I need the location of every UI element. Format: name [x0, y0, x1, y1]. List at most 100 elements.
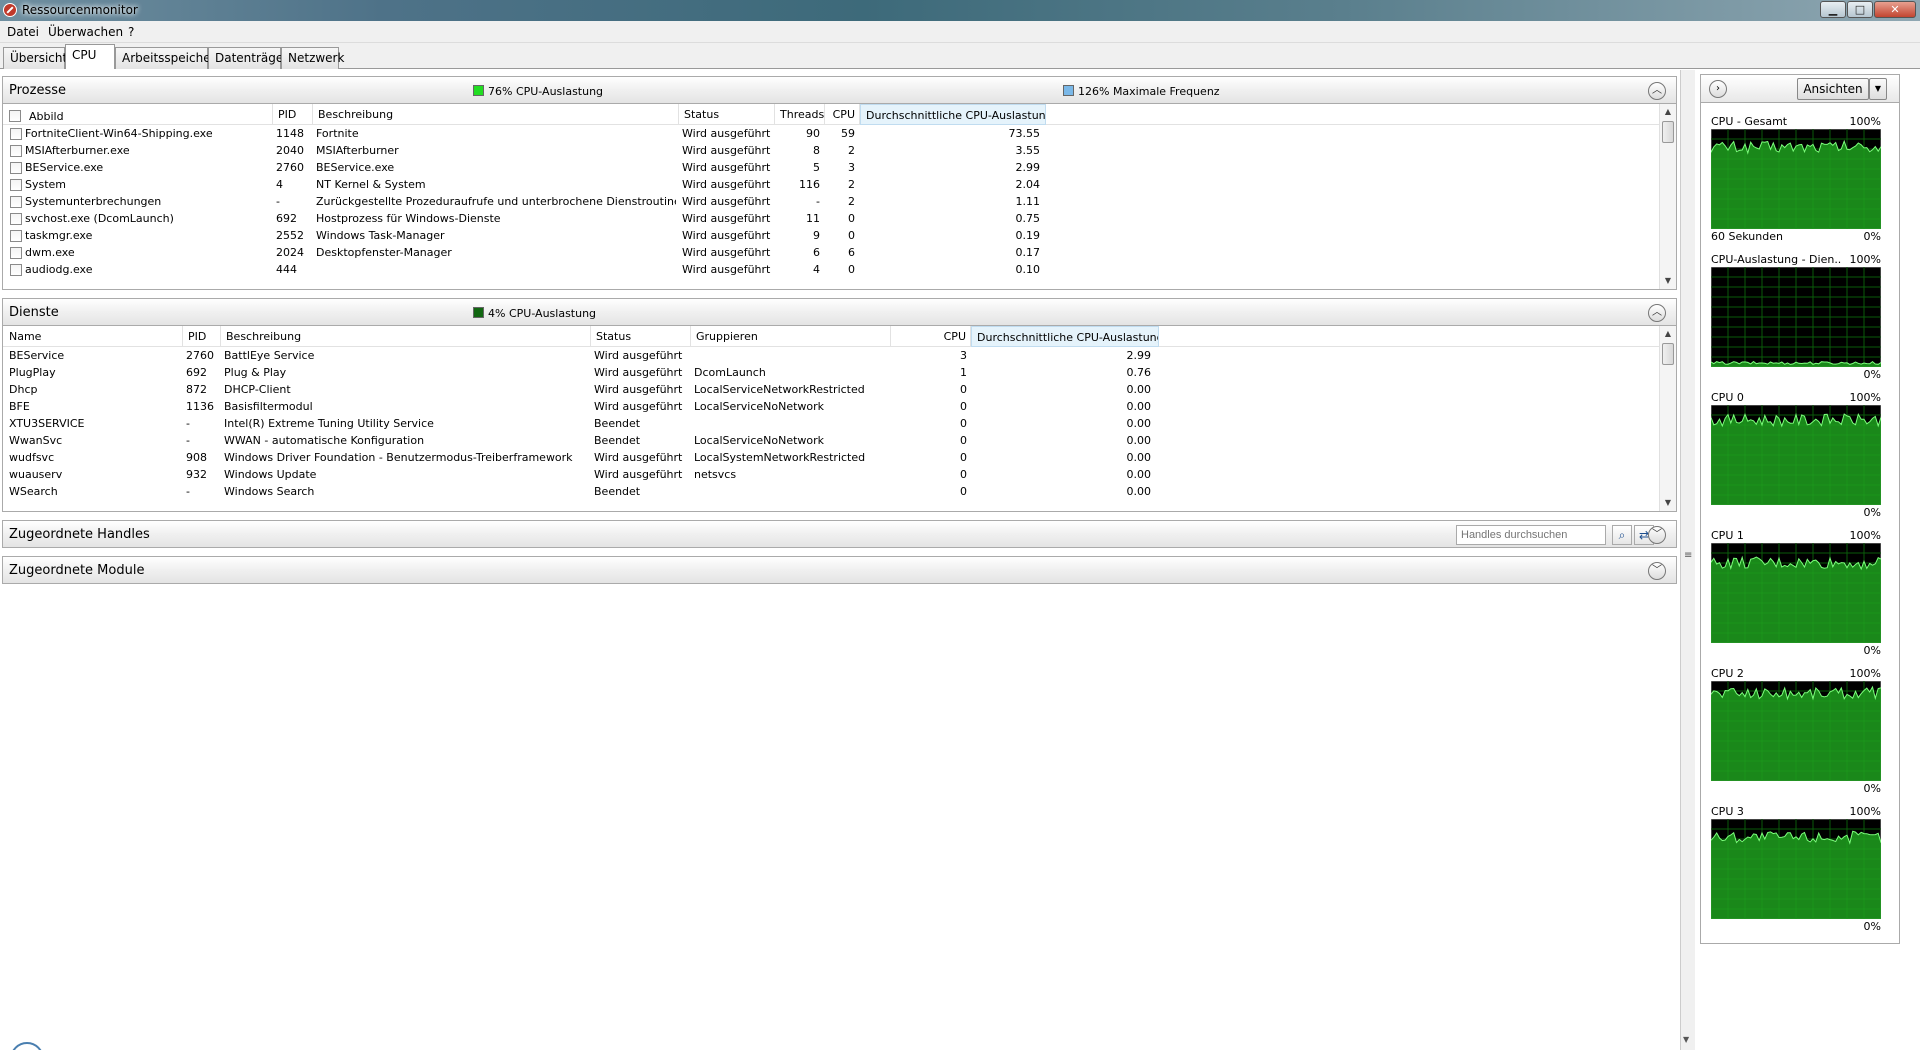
- modules-header[interactable]: Zugeordnete Module ﹀: [2, 556, 1677, 584]
- col-cpu[interactable]: CPU: [825, 104, 860, 125]
- scroll-up-arrow[interactable]: ▲: [1660, 326, 1676, 342]
- col-pid[interactable]: PID: [273, 104, 313, 125]
- table-cell: Plug & Play: [224, 366, 287, 379]
- row-checkbox[interactable]: [10, 162, 22, 174]
- maximize-button[interactable]: □: [1847, 1, 1873, 18]
- services-scrollbar[interactable]: ▲ ▼: [1659, 326, 1676, 511]
- col-svc-cpu[interactable]: CPU: [891, 326, 971, 347]
- cpu-graph: CPU - Gesamt 100% 60 Sekunden 0%: [1711, 115, 1883, 245]
- table-cell: 6: [813, 246, 820, 259]
- row-checkbox[interactable]: [10, 179, 22, 191]
- row-checkbox[interactable]: [10, 213, 22, 225]
- table-cell: 932: [186, 468, 207, 481]
- table-row[interactable]: XTU3SERVICE - Intel(R) Extreme Tuning Util…: [3, 415, 1676, 432]
- service-cpu-swatch: [473, 307, 484, 318]
- table-cell: BFE: [9, 400, 30, 413]
- services-header[interactable]: Dienste 4% CPU-Auslastung ︿: [2, 298, 1677, 326]
- col-svc-status[interactable]: Status: [591, 326, 691, 347]
- close-button[interactable]: ✕: [1874, 1, 1916, 18]
- processes-header[interactable]: Prozesse 76% CPU-Auslastung 126% Maximal…: [2, 76, 1677, 104]
- col-svc-avg-cpu[interactable]: Durchschnittliche CPU-Auslastung: [971, 326, 1159, 347]
- table-row[interactable]: WSearch - Windows Search Beendet 0 0.00: [3, 483, 1676, 500]
- col-image[interactable]: Abbild: [3, 104, 273, 125]
- table-row[interactable]: svchost.exe (DcomLaunch) 692 Hostprozess f…: [3, 210, 1676, 227]
- table-row[interactable]: taskmgr.exe 2552 Windows Task-Manager Wird …: [3, 227, 1676, 244]
- graph-max-label: 100%: [1849, 805, 1881, 818]
- table-row[interactable]: Systemunterbrechungen - Zurückgestellte Pr…: [3, 193, 1676, 210]
- scroll-up-arrow[interactable]: ▲: [1660, 104, 1676, 120]
- services-collapse-button[interactable]: ︿: [1648, 304, 1666, 322]
- side-panel-header: › Ansichten ▼: [1701, 75, 1899, 103]
- table-row[interactable]: BFE 1136 Basisfiltermodul Wird ausgeführt Lo…: [3, 398, 1676, 415]
- col-name[interactable]: Name: [3, 326, 183, 347]
- frequency-swatch: [1063, 85, 1074, 96]
- row-checkbox[interactable]: [10, 196, 22, 208]
- splitter-grip-icon[interactable]: ≡: [1684, 550, 1692, 561]
- modules-expand-button[interactable]: ﹀: [1648, 562, 1666, 580]
- table-cell: BEService.exe: [25, 161, 104, 174]
- table-cell: -: [276, 195, 280, 208]
- col-threads[interactable]: Threads: [775, 104, 825, 125]
- row-checkbox[interactable]: [10, 247, 22, 259]
- handles-header[interactable]: Zugeordnete Handles ⌕ ⇄ ﹀: [2, 520, 1677, 548]
- col-description[interactable]: Beschreibung: [313, 104, 679, 125]
- table-cell: 8: [813, 144, 820, 157]
- processes-collapse-button[interactable]: ︿: [1648, 82, 1666, 100]
- processes-cpu-stat: 76% CPU-Auslastung: [473, 85, 603, 98]
- tab-disk[interactable]: Datenträger: [208, 47, 288, 69]
- scroll-down-arrow[interactable]: ▼: [1660, 495, 1676, 511]
- scroll-down-arrow[interactable]: ▼: [1683, 1035, 1689, 1044]
- panel-splitter[interactable]: ≡ ▼: [1680, 70, 1695, 1050]
- tab-overview[interactable]: Übersicht: [3, 47, 67, 69]
- table-cell: netsvcs: [694, 468, 737, 481]
- expand-panel-button[interactable]: ›: [1709, 80, 1727, 98]
- row-checkbox[interactable]: [10, 145, 22, 157]
- col-group[interactable]: Gruppieren: [691, 326, 891, 347]
- views-button[interactable]: Ansichten: [1797, 78, 1869, 100]
- col-status[interactable]: Status: [679, 104, 775, 125]
- menu-monitor[interactable]: Überwachen: [48, 25, 123, 39]
- table-cell: LocalServiceNoNetwork: [694, 434, 825, 447]
- handles-search-input[interactable]: [1456, 525, 1606, 545]
- processes-scrollbar[interactable]: ▲ ▼: [1659, 104, 1676, 289]
- table-row[interactable]: audiodg.exe 444 Wird ausgeführt 4 0 0.10: [3, 261, 1676, 278]
- menu-file[interactable]: Datei: [7, 25, 39, 39]
- table-cell: 0: [848, 263, 855, 276]
- table-row[interactable]: BEService 2760 BattlEye Service Wird ausgef…: [3, 347, 1676, 364]
- table-cell: 0.00: [1126, 468, 1152, 481]
- tab-cpu[interactable]: CPU: [65, 44, 115, 69]
- table-row[interactable]: System 4 NT Kernel & System Wird ausgeführt…: [3, 176, 1676, 193]
- tab-memory[interactable]: Arbeitsspeicher: [115, 47, 216, 69]
- col-svc-description[interactable]: Beschreibung: [221, 326, 591, 347]
- scroll-thumb[interactable]: [1662, 121, 1674, 143]
- row-checkbox[interactable]: [10, 264, 22, 276]
- select-all-checkbox[interactable]: [9, 110, 21, 122]
- table-cell: 0.75: [1015, 212, 1041, 225]
- views-dropdown-arrow[interactable]: ▼: [1869, 78, 1887, 100]
- menu-help[interactable]: ?: [128, 25, 134, 39]
- table-row[interactable]: MSIAfterburner.exe 2040 MSIAfterburner Wird…: [3, 142, 1676, 159]
- handles-expand-button[interactable]: ﹀: [1648, 526, 1666, 544]
- table-cell: Beendet: [594, 417, 641, 430]
- table-cell: 2760: [186, 349, 214, 362]
- table-cell: 0: [960, 383, 967, 396]
- table-row[interactable]: BEService.exe 2760 BEService.exe Wird ausge…: [3, 159, 1676, 176]
- col-avg-cpu[interactable]: Durchschnittliche CPU-Auslastung: [860, 104, 1046, 125]
- table-row[interactable]: WwanSvc - WWAN - automatische Konfiguratio…: [3, 432, 1676, 449]
- table-row[interactable]: dwm.exe 2024 Desktopfenster-Manager Wird au…: [3, 244, 1676, 261]
- scroll-thumb[interactable]: [1662, 343, 1674, 365]
- table-row[interactable]: wuauserv 932 Windows Update Wird ausgeführt…: [3, 466, 1676, 483]
- table-cell: BEService: [9, 349, 65, 362]
- minimize-button[interactable]: ▁: [1820, 1, 1846, 18]
- row-checkbox[interactable]: [10, 128, 22, 140]
- tab-network[interactable]: Netzwerk: [281, 47, 344, 69]
- table-row[interactable]: FortniteClient-Win64-Shipping.exe 1148 For…: [3, 125, 1676, 142]
- table-row[interactable]: Dhcp 872 DHCP-Client Wird ausgeführt LocalSe…: [3, 381, 1676, 398]
- table-row[interactable]: wudfsvc 908 Windows Driver Foundation - Be…: [3, 449, 1676, 466]
- table-row[interactable]: PlugPlay 692 Plug & Play Wird ausgeführt Dco…: [3, 364, 1676, 381]
- scroll-down-arrow[interactable]: ▼: [1660, 273, 1676, 289]
- col-svc-pid[interactable]: PID: [183, 326, 221, 347]
- search-icon[interactable]: ⌕: [1612, 525, 1632, 545]
- graph-title: CPU - Gesamt: [1711, 115, 1788, 128]
- row-checkbox[interactable]: [10, 230, 22, 242]
